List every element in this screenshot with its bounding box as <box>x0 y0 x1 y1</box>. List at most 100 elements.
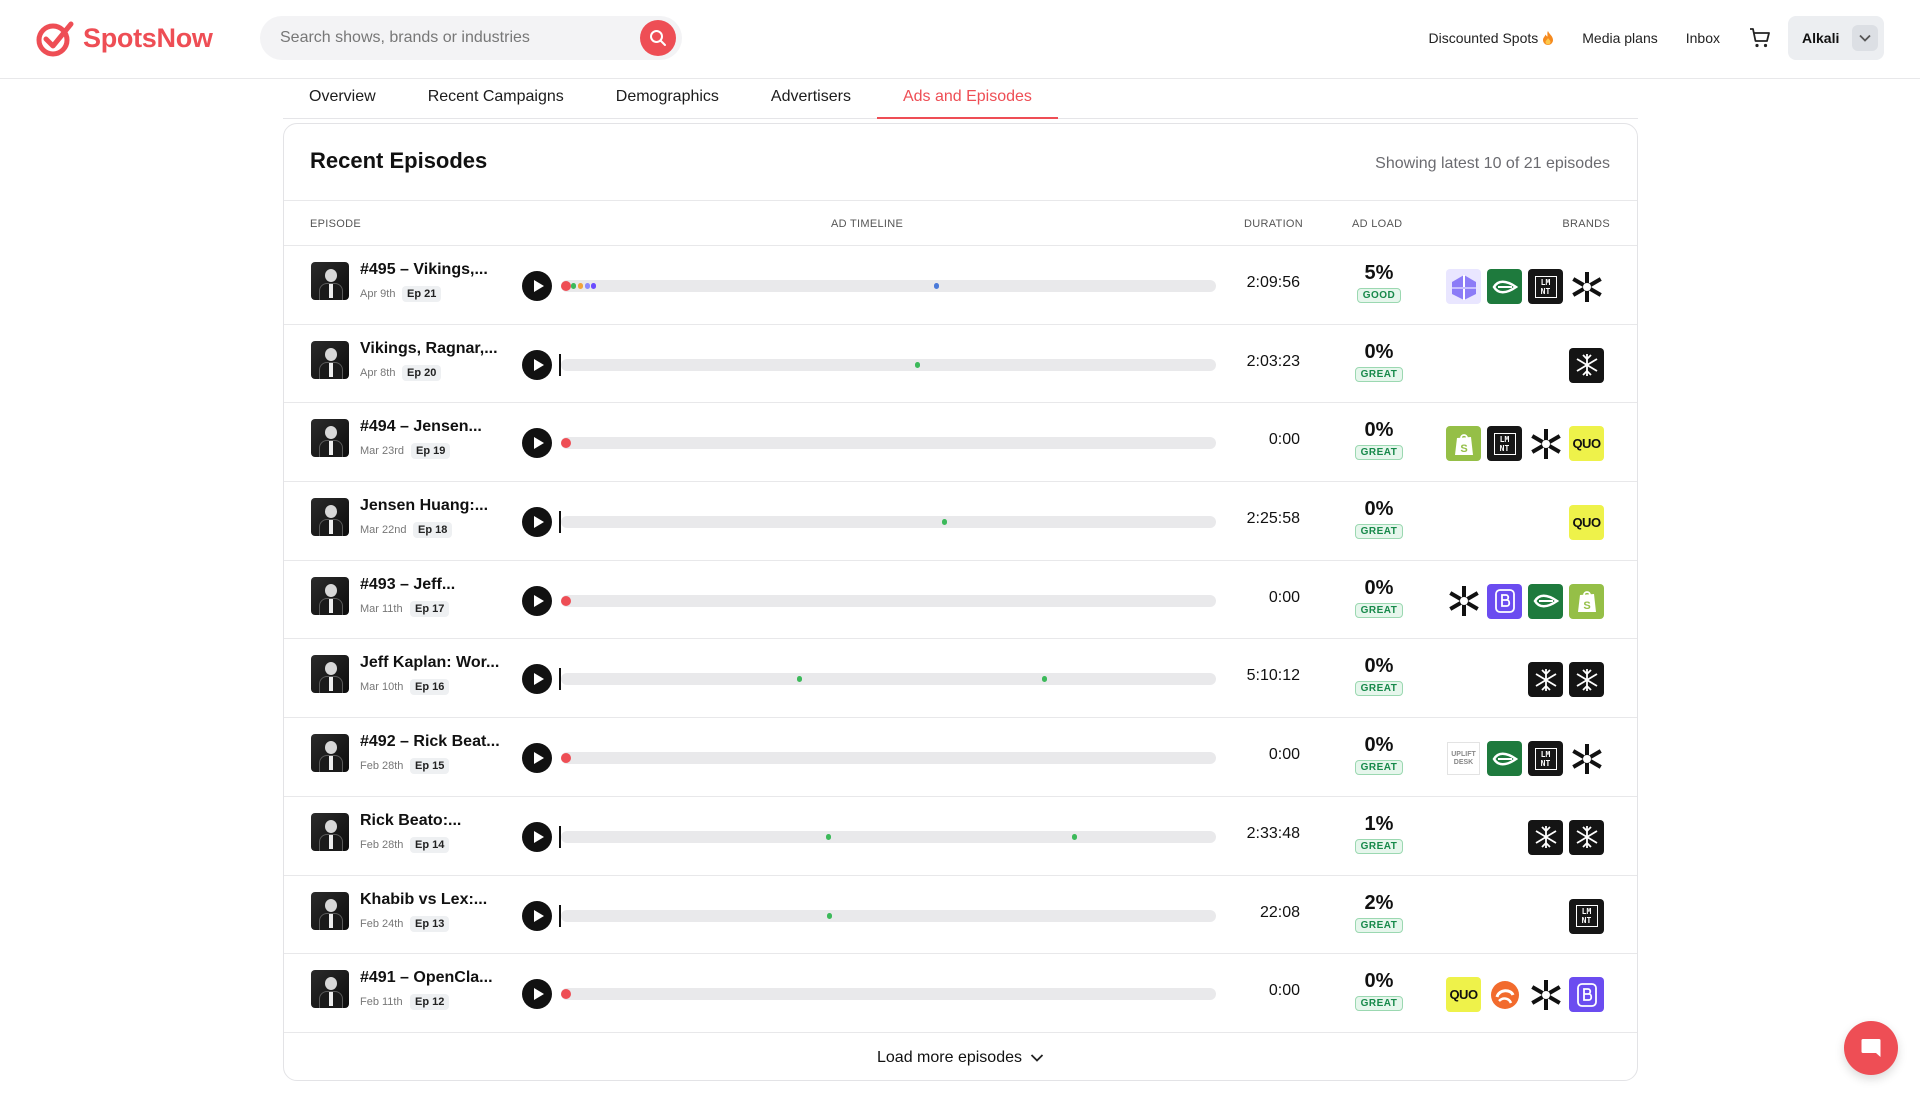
user-menu-button[interactable]: Alkali <box>1788 16 1884 60</box>
b-brand-icon[interactable] <box>1487 583 1522 619</box>
asterisk-brand-icon[interactable] <box>1569 269 1604 304</box>
episode-title[interactable]: #493 – Jeff... <box>360 576 500 594</box>
episode-title[interactable]: Khabib vs Lex:... <box>360 891 500 909</box>
search-button[interactable] <box>640 20 676 56</box>
ad-timeline[interactable] <box>561 752 1216 765</box>
b-brand-icon[interactable] <box>1569 977 1604 1013</box>
play-button[interactable] <box>522 507 552 538</box>
episode-row[interactable]: Jensen Huang:... Mar 22nd Ep 18 2:25:58 … <box>284 482 1637 561</box>
snowflake-brand-icon[interactable] <box>1528 662 1563 698</box>
ad-marker[interactable] <box>571 283 577 289</box>
snowflake-brand-icon[interactable] <box>1569 819 1604 855</box>
ad-timeline[interactable] <box>559 668 1216 691</box>
search-input[interactable] <box>280 16 620 60</box>
episode-row[interactable]: Vikings, Ragnar,... Apr 8th Ep 20 2:03:2… <box>284 325 1637 404</box>
ad-marker[interactable] <box>1042 676 1048 683</box>
episode-title[interactable]: Jeff Kaplan: Wor... <box>360 654 500 672</box>
ad-timeline[interactable] <box>559 353 1216 376</box>
episode-date: Apr 9th <box>360 288 396 300</box>
tab-overview[interactable]: Overview <box>283 84 402 118</box>
nav-media-plans[interactable]: Media plans <box>1582 30 1658 46</box>
episode-title[interactable]: Vikings, Ragnar,... <box>360 340 500 358</box>
quo-brand-icon[interactable]: QUO <box>1569 426 1604 462</box>
episode-duration: 0:00 <box>1268 982 1300 1000</box>
episode-row[interactable]: #495 – Vikings,... Apr 9th Ep 21 2:09:56… <box>284 246 1637 325</box>
uplift-desk-brand-icon[interactable]: UPLIFT DESK <box>1446 741 1481 777</box>
orange-swirl-brand-icon[interactable] <box>1487 977 1522 1013</box>
ad-marker[interactable] <box>914 361 920 368</box>
lmnt-brand-icon[interactable]: LM NT <box>1487 426 1522 462</box>
episode-title[interactable]: Jensen Huang:... <box>360 497 500 515</box>
ad-load: 0% GREAT <box>1353 734 1405 776</box>
play-button[interactable] <box>522 664 552 695</box>
tab-advertisers[interactable]: Advertisers <box>745 84 877 118</box>
lmnt-brand-icon[interactable]: LM NT <box>1569 898 1604 934</box>
snowflake-brand-icon[interactable] <box>1569 662 1604 698</box>
asterisk-brand-icon[interactable] <box>1528 426 1563 462</box>
asterisk-brand-icon[interactable] <box>1528 977 1563 1013</box>
leaf-brand-icon[interactable] <box>1528 583 1563 619</box>
shopify-brand-icon[interactable]: S <box>1569 583 1604 619</box>
ad-timeline[interactable] <box>561 594 1216 607</box>
play-button[interactable] <box>522 428 552 459</box>
episode-title[interactable]: Rick Beato:... <box>360 812 500 830</box>
episode-row[interactable]: #491 – OpenCla... Feb 11th Ep 12 0:00 0%… <box>284 954 1637 1033</box>
ad-marker[interactable] <box>584 283 590 289</box>
play-button[interactable] <box>522 271 552 301</box>
lattice-brand-icon[interactable] <box>1446 269 1481 304</box>
episode-row[interactable]: Khabib vs Lex:... Feb 24th Ep 13 22:08 2… <box>284 876 1637 955</box>
ad-timeline[interactable] <box>559 904 1216 927</box>
snowflake-brand-icon[interactable] <box>1569 347 1604 383</box>
ad-marker[interactable] <box>826 912 832 919</box>
ad-timeline[interactable] <box>561 988 1216 1001</box>
episode-title[interactable]: #495 – Vikings,... <box>360 261 500 279</box>
quo-brand-icon[interactable]: QUO <box>1569 505 1604 541</box>
episode-row[interactable]: #494 – Jensen... Mar 23rd Ep 19 0:00 0% … <box>284 403 1637 483</box>
logo[interactable]: SpotsNow <box>35 18 213 58</box>
lmnt-brand-icon[interactable]: LM NT <box>1528 269 1563 304</box>
asterisk-brand-icon[interactable] <box>1446 583 1481 619</box>
chat-icon <box>1861 1039 1881 1057</box>
episode-row[interactable]: #492 – Rick Beat... Feb 28th Ep 15 0:00 … <box>284 718 1637 797</box>
leaf-brand-icon[interactable] <box>1487 269 1522 304</box>
nav-discounted-spots[interactable]: Discounted Spots <box>1429 30 1555 46</box>
ad-marker[interactable] <box>796 676 802 683</box>
play-button[interactable] <box>522 900 552 931</box>
play-button[interactable] <box>522 349 552 380</box>
ad-marker[interactable] <box>942 519 948 526</box>
snowflake-brand-icon[interactable] <box>1528 819 1563 855</box>
tab-demographics[interactable]: Demographics <box>590 84 745 118</box>
play-button[interactable] <box>522 821 552 852</box>
play-button[interactable] <box>522 585 552 616</box>
shopify-brand-icon[interactable]: S <box>1446 426 1481 462</box>
episode-title[interactable]: #491 – OpenCla... <box>360 969 500 987</box>
nav-inbox[interactable]: Inbox <box>1686 30 1720 46</box>
ad-marker[interactable] <box>578 283 584 289</box>
tab-ads-and-episodes[interactable]: Ads and Episodes <box>876 84 1058 119</box>
load-more-label: Load more episodes <box>877 1048 1022 1066</box>
ad-timeline[interactable] <box>561 280 1216 292</box>
ad-marker[interactable] <box>934 283 940 289</box>
asterisk-brand-icon[interactable] <box>1569 741 1604 777</box>
ad-timeline[interactable] <box>559 825 1216 848</box>
episode-row[interactable]: #493 – Jeff... Mar 11th Ep 17 0:00 0% GR… <box>284 561 1637 640</box>
lmnt-brand-icon[interactable]: LM NT <box>1528 741 1563 777</box>
leaf-brand-icon[interactable] <box>1487 741 1522 777</box>
ad-marker[interactable] <box>591 283 597 289</box>
play-button[interactable] <box>522 979 552 1010</box>
episode-title[interactable]: #494 – Jensen... <box>360 418 500 436</box>
ad-timeline[interactable] <box>561 437 1216 450</box>
ad-timeline[interactable] <box>559 511 1216 534</box>
episode-row[interactable]: Jeff Kaplan: Wor... Mar 10th Ep 16 5:10:… <box>284 639 1637 719</box>
episode-thumbnail <box>311 576 349 615</box>
cart-icon[interactable] <box>1748 26 1772 50</box>
episode-row[interactable]: Rick Beato:... Feb 28th Ep 14 2:33:48 1%… <box>284 797 1637 876</box>
ad-marker[interactable] <box>826 833 832 840</box>
load-more-button[interactable]: Load more episodes <box>284 1033 1637 1080</box>
tab-recent-campaigns[interactable]: Recent Campaigns <box>402 84 590 118</box>
play-button[interactable] <box>522 743 552 774</box>
ad-marker[interactable] <box>1071 833 1077 840</box>
chat-button[interactable] <box>1844 1021 1898 1075</box>
quo-brand-icon[interactable]: QUO <box>1446 977 1481 1013</box>
episode-title[interactable]: #492 – Rick Beat... <box>360 733 500 751</box>
